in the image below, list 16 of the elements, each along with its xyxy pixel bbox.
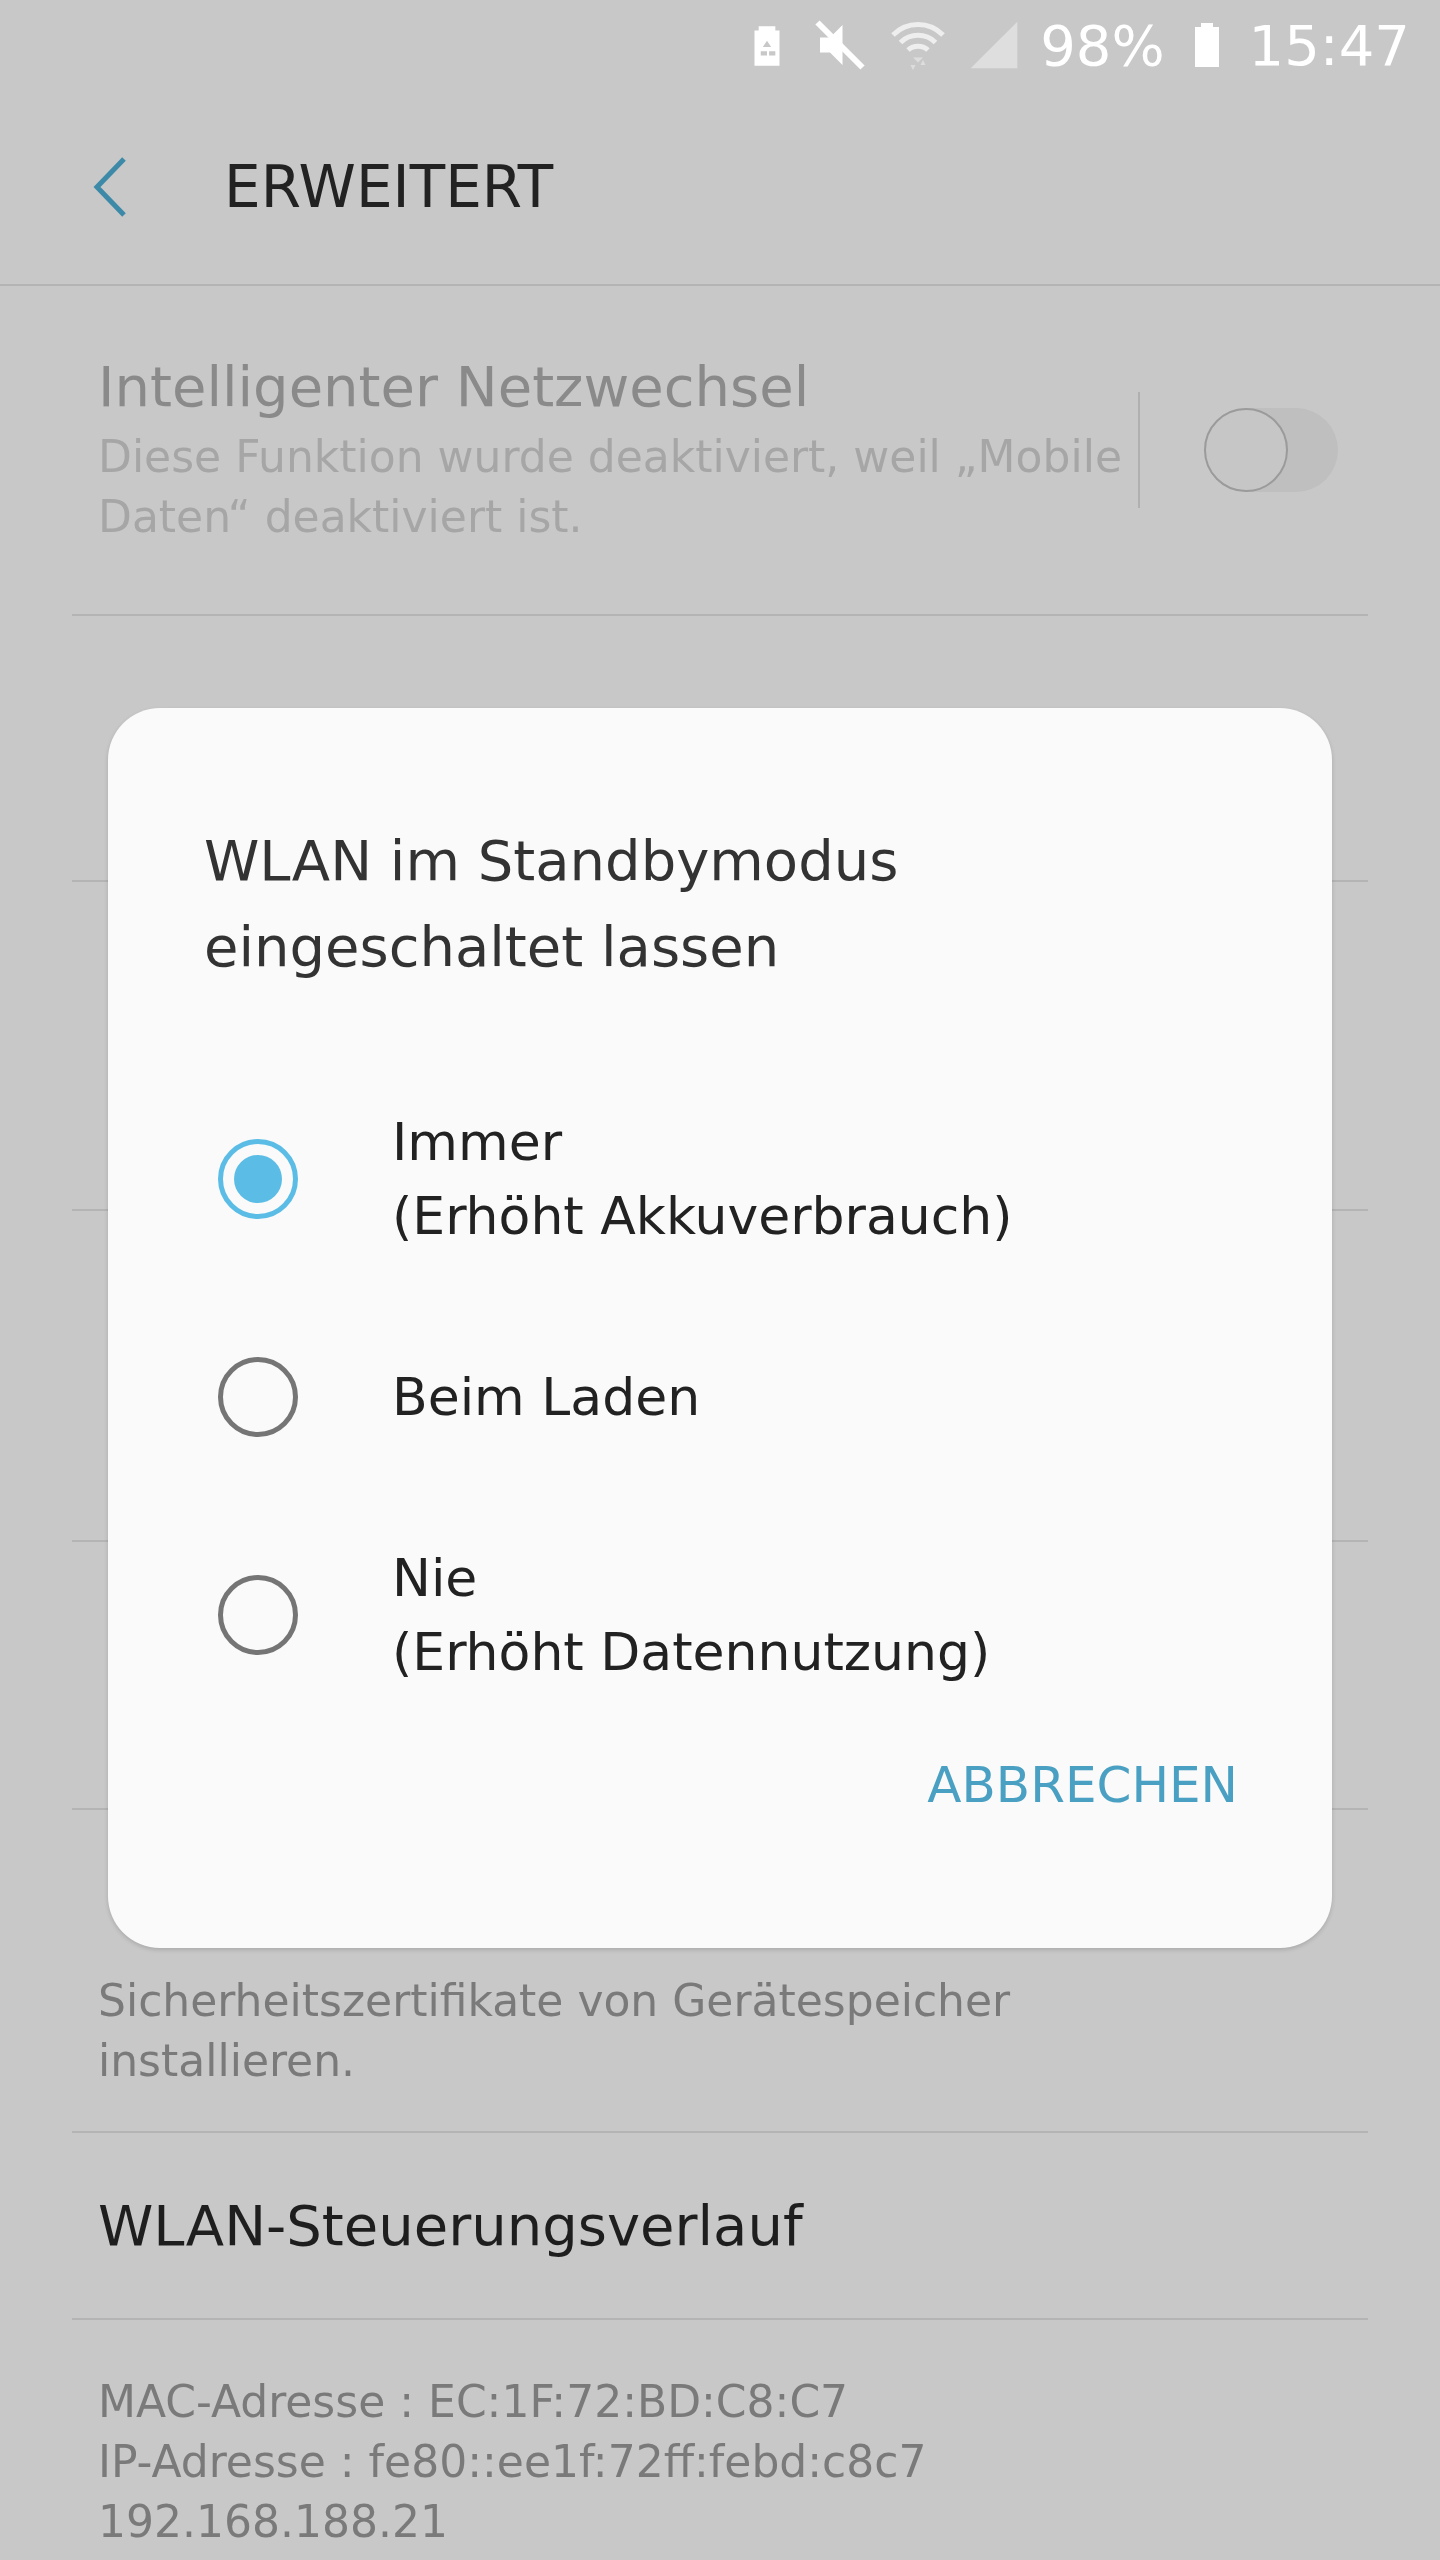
page-title: ERWEITERT bbox=[224, 153, 554, 221]
network-info-line: IP-Adresse : fe80::ee1f:72ff:febd:c8c7 bbox=[98, 2435, 928, 2489]
radio-button[interactable] bbox=[218, 1139, 298, 1219]
network-info-line: MAC-Adresse : EC:1F:72:BD:C8:C7 bbox=[98, 2375, 850, 2429]
setting-title: Intelligenter Netzwechsel bbox=[98, 353, 811, 419]
radio-button[interactable] bbox=[218, 1575, 298, 1655]
network-info-line: 192.168.188.21 bbox=[98, 2495, 449, 2549]
setting-description: Sicherheitszertifikate von Gerätespeicher installieren. bbox=[98, 1973, 1012, 2088]
option-note: (Erhöht Datennutzung) bbox=[392, 1621, 991, 1684]
option-note: (Erhöht Akkuverbrauch) bbox=[392, 1185, 1013, 1248]
option-label[interactable]: Beim Laden bbox=[392, 1360, 701, 1434]
option-label[interactable]: Nie bbox=[392, 1541, 991, 1615]
radio-button[interactable] bbox=[218, 1357, 298, 1437]
dialog-title: WLAN im Standbymodus eingeschaltet lassen bbox=[204, 827, 900, 981]
option-label[interactable]: Immer bbox=[392, 1105, 1013, 1179]
setting-title[interactable]: WLAN-Steuerungsverlauf bbox=[98, 2193, 1368, 2258]
